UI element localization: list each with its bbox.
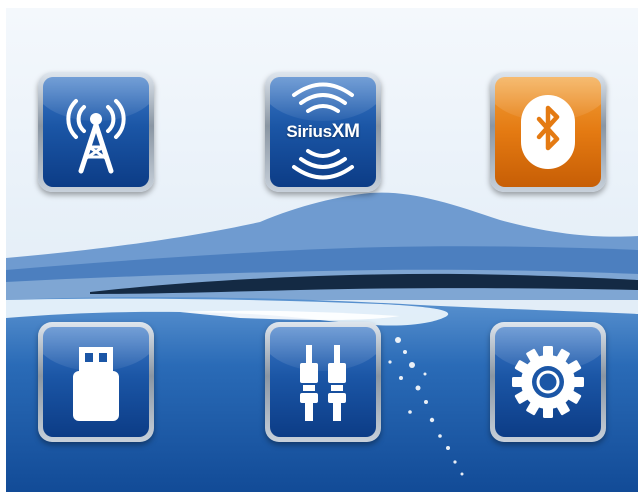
aux-input-button[interactable] xyxy=(265,322,381,442)
radio-button[interactable] xyxy=(38,72,154,192)
aux-tile-face xyxy=(270,327,376,437)
siriusxm-button[interactable]: SiriusXM xyxy=(265,72,381,192)
usb-button[interactable] xyxy=(38,322,154,442)
siriusxm-logo-icon: SiriusXM xyxy=(270,77,376,187)
siriusxm-tile-face: SiriusXM xyxy=(270,77,376,187)
gear-icon xyxy=(512,346,584,418)
bluetooth-icon xyxy=(521,95,575,169)
radio-tower-icon xyxy=(66,99,126,174)
siriusxm-waves-icon xyxy=(292,82,354,180)
settings-button[interactable] xyxy=(490,322,606,442)
usb-tile-face xyxy=(43,327,149,437)
home-screen: SiriusXM xyxy=(0,0,642,499)
settings-tile-face xyxy=(495,327,601,437)
rca-plug-icon xyxy=(300,345,346,421)
usb-drive-icon xyxy=(73,347,119,421)
bluetooth-button[interactable] xyxy=(490,72,606,192)
radio-tile-face xyxy=(43,77,149,187)
bluetooth-tile-face xyxy=(495,77,601,187)
